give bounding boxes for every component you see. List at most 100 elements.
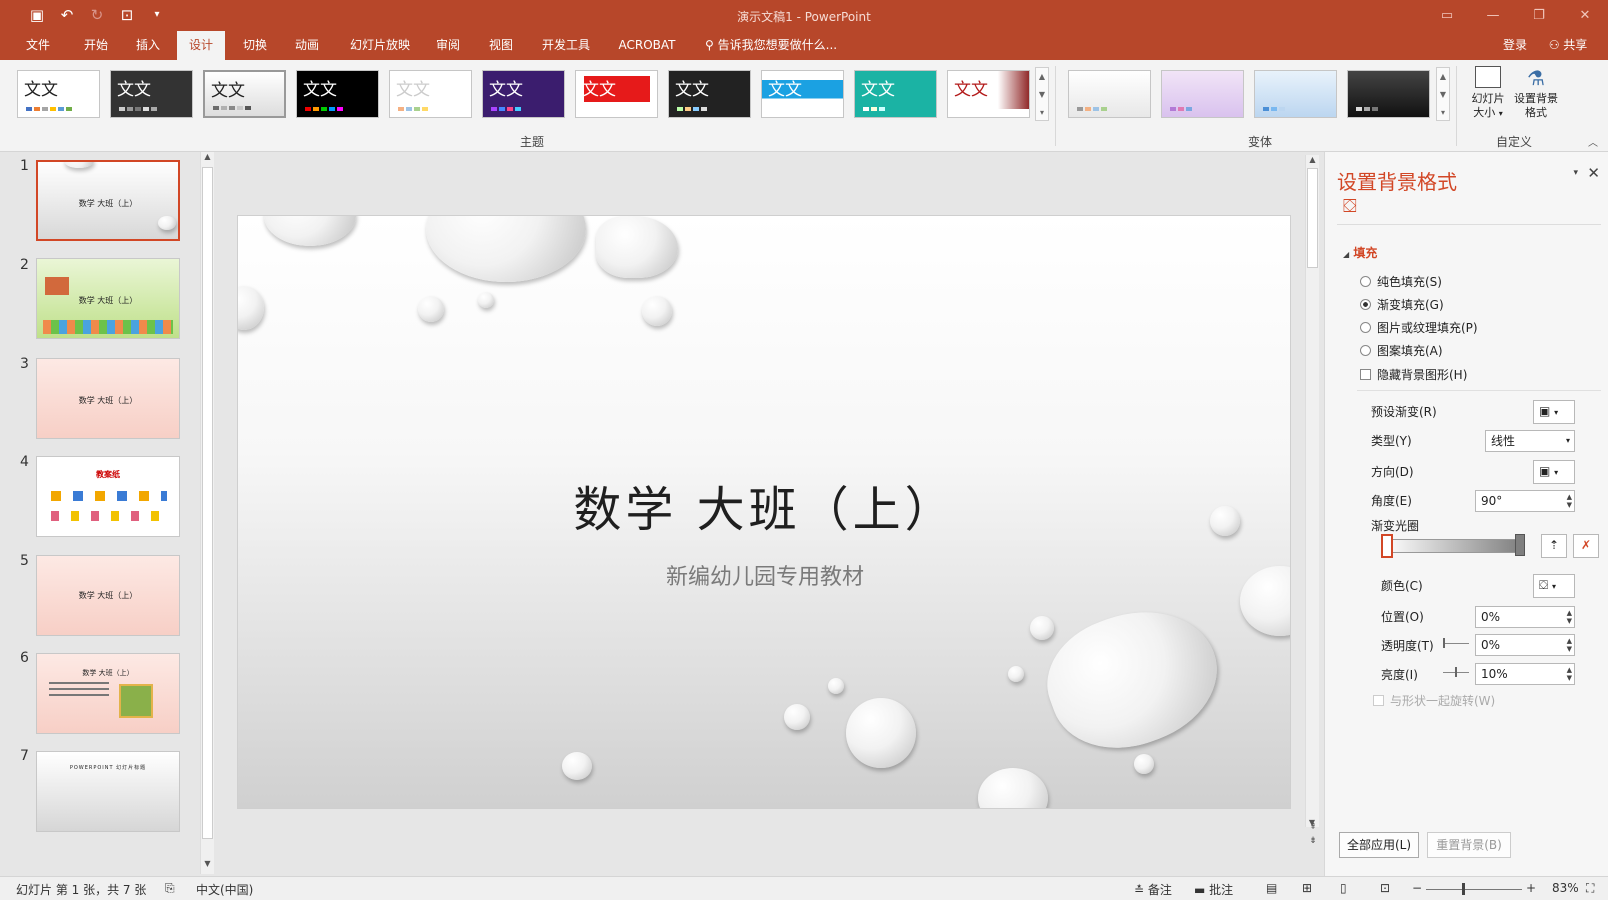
tab-view[interactable]: 视图 [481,31,521,60]
slide-thumb-7[interactable]: POWERPOINT 幻灯片标题 [36,751,180,832]
brightness-spinner[interactable]: 10% ▲ ▼ [1475,663,1575,685]
format-background-button[interactable]: ⚗ 设置背景格式 [1510,66,1562,128]
spinner-arrows-icon[interactable]: ▲ ▼ [1567,666,1572,682]
zoom-level[interactable]: 83% [1552,881,1579,895]
remove-stop-button[interactable]: ✗ [1573,534,1599,558]
main-slide[interactable]: 数学 大班（上） 新编幼儿园专用教材 [237,215,1291,809]
collapse-ribbon-icon[interactable]: ︿ [1588,134,1598,149]
scroll-thumb[interactable] [1307,168,1318,268]
tab-slideshow[interactable]: 幻灯片放映 [345,31,415,60]
solid-fill-option[interactable]: 纯色填充(S) [1360,273,1442,290]
tab-developer[interactable]: 开发工具 [536,31,596,60]
gradient-stop-handle[interactable] [1381,534,1393,558]
comments-button[interactable]: ▬ 批注 [1194,881,1233,898]
theme-thumb-10[interactable]: 文文 [854,70,937,118]
zoom-out-icon[interactable]: − [1412,881,1422,895]
tab-acrobat[interactable]: ACROBAT [614,31,680,60]
scroll-thumb[interactable] [202,167,213,839]
theme-thumb-2[interactable]: 文文 [110,70,193,118]
slider-thumb[interactable] [1443,638,1445,648]
fill-bucket-icon[interactable]: ⛋ [1343,196,1357,217]
tab-animations[interactable]: 动画 [287,31,327,60]
spinner-arrows-icon[interactable]: ▲ ▼ [1567,637,1572,653]
slide-thumb-4[interactable]: 教案纸 [36,456,180,537]
direction-dropdown[interactable]: ▣ ▾ [1533,460,1575,484]
gradient-stop-bar[interactable] [1383,539,1523,553]
variant-thumb-2[interactable] [1161,70,1244,118]
theme-thumb-8[interactable]: 文文 [668,70,751,118]
slide-thumb-2[interactable]: 数学 大班（上） [36,258,180,339]
variant-thumb-3[interactable] [1254,70,1337,118]
variant-thumb-4[interactable] [1347,70,1430,118]
minimize-icon[interactable]: — [1470,0,1516,31]
slide-size-button[interactable]: 幻灯片大小 ▾ [1468,66,1508,128]
thumbnail-scrollbar[interactable]: ▲ ▼ [200,152,214,874]
add-stop-button[interactable]: ⇡ [1541,534,1567,558]
fill-section-header[interactable]: ◢ 填充 [1343,244,1377,261]
scroll-down-icon[interactable]: ▼ [201,859,214,868]
scroll-up-icon[interactable]: ▲ [1306,155,1319,164]
slide-thumb-1[interactable]: 数学 大班（上） [36,160,180,241]
preset-gradient-dropdown[interactable]: ▣ ▾ [1533,400,1575,424]
zoom-slider[interactable] [1426,889,1522,890]
normal-view-icon[interactable]: ▤ [1266,881,1277,895]
theme-thumb-7[interactable]: 文文 [575,70,658,118]
restore-icon[interactable]: ❐ [1516,0,1562,31]
slide-thumb-5[interactable]: 数学 大班（上） [36,555,180,636]
pane-options-icon[interactable]: ▾ [1573,168,1578,178]
position-spinner[interactable]: 0% ▲ ▼ [1475,606,1575,628]
tab-insert[interactable]: 插入 [128,31,168,60]
theme-thumb-11[interactable]: 文文 [947,70,1030,118]
language-indicator[interactable]: 中文(中国) [196,881,253,898]
type-dropdown[interactable]: 线性 ▾ [1485,430,1575,452]
reset-background-button[interactable]: 重置背景(B) [1427,832,1511,858]
zoom-in-icon[interactable]: + [1526,881,1536,895]
picture-fill-option[interactable]: 图片或纹理填充(P) [1360,319,1478,336]
variant-thumb-1[interactable] [1068,70,1151,118]
slide-subtitle[interactable]: 新编幼儿园专用教材 [238,559,1290,591]
theme-thumb-3-selected[interactable]: 文文 [203,70,286,118]
tab-review[interactable]: 审阅 [428,31,468,60]
slideshow-icon[interactable]: ⊡ [1380,881,1390,895]
slide-thumb-6[interactable]: 数学 大班（上） [36,653,180,734]
close-icon[interactable]: ✕ [1587,164,1600,182]
fit-to-window-icon[interactable]: ⛶ [1586,881,1594,896]
gradient-fill-option[interactable]: 渐变填充(G) [1360,296,1444,313]
slider-thumb[interactable] [1455,667,1457,677]
close-icon[interactable]: ✕ [1562,0,1608,31]
slide-title[interactable]: 数学 大班（上） [238,470,1290,540]
rotate-with-shape-checkbox[interactable]: 与形状一起旋转(W) [1373,692,1495,709]
transparency-slider[interactable] [1443,643,1469,644]
slide-sorter-icon[interactable]: ⊞ [1302,881,1312,895]
transparency-spinner[interactable]: 0% ▲ ▼ [1475,634,1575,656]
angle-spinner[interactable]: 90° ▲ ▼ [1475,490,1575,512]
variants-gallery-scroll[interactable]: ▲ ▼ ▾ [1436,67,1450,121]
theme-thumb-5[interactable]: 文文 [389,70,472,118]
ribbon-display-icon[interactable]: ▭ [1424,0,1470,31]
tab-transitions[interactable]: 切换 [235,31,275,60]
theme-thumb-4[interactable]: 文文 [296,70,379,118]
gradient-stop-handle[interactable] [1515,534,1525,556]
tell-me-box[interactable]: ⚲ 告诉我您想要做什么... [705,31,845,60]
reading-view-icon[interactable]: ▯ [1340,881,1347,895]
share-button[interactable]: ⚇ 共享 [1538,31,1598,60]
zoom-slider-thumb[interactable] [1462,883,1465,895]
theme-thumb-6[interactable]: 文文 [482,70,565,118]
spinner-arrows-icon[interactable]: ▲ ▼ [1567,609,1572,625]
theme-thumb-1[interactable]: 文文 [17,70,100,118]
slide-thumb-3[interactable]: 数学 大班（上） [36,358,180,439]
scroll-up-icon[interactable]: ▲ [201,152,214,161]
login-link[interactable]: 登录 [1495,31,1535,60]
pattern-fill-option[interactable]: 图案填充(A) [1360,342,1443,359]
themes-gallery-scroll[interactable]: ▲ ▼ ▾ [1035,67,1049,121]
tab-home[interactable]: 开始 [76,31,116,60]
tab-design[interactable]: 设计 [177,31,225,60]
color-picker-dropdown[interactable]: ⛋ ▾ [1533,574,1575,598]
notes-button[interactable]: ≛ 备注 [1134,881,1172,898]
hide-bg-graphics-checkbox[interactable]: 隐藏背景图形(H) [1360,366,1467,383]
spinner-arrows-icon[interactable]: ▲ ▼ [1567,493,1572,509]
theme-thumb-9[interactable]: 文文 [761,70,844,118]
prev-next-slide-icon[interactable]: ⇞ ⇟ [1306,820,1320,848]
spellcheck-icon[interactable]: ⎘ [165,881,175,896]
apply-to-all-button[interactable]: 全部应用(L) [1339,832,1419,858]
